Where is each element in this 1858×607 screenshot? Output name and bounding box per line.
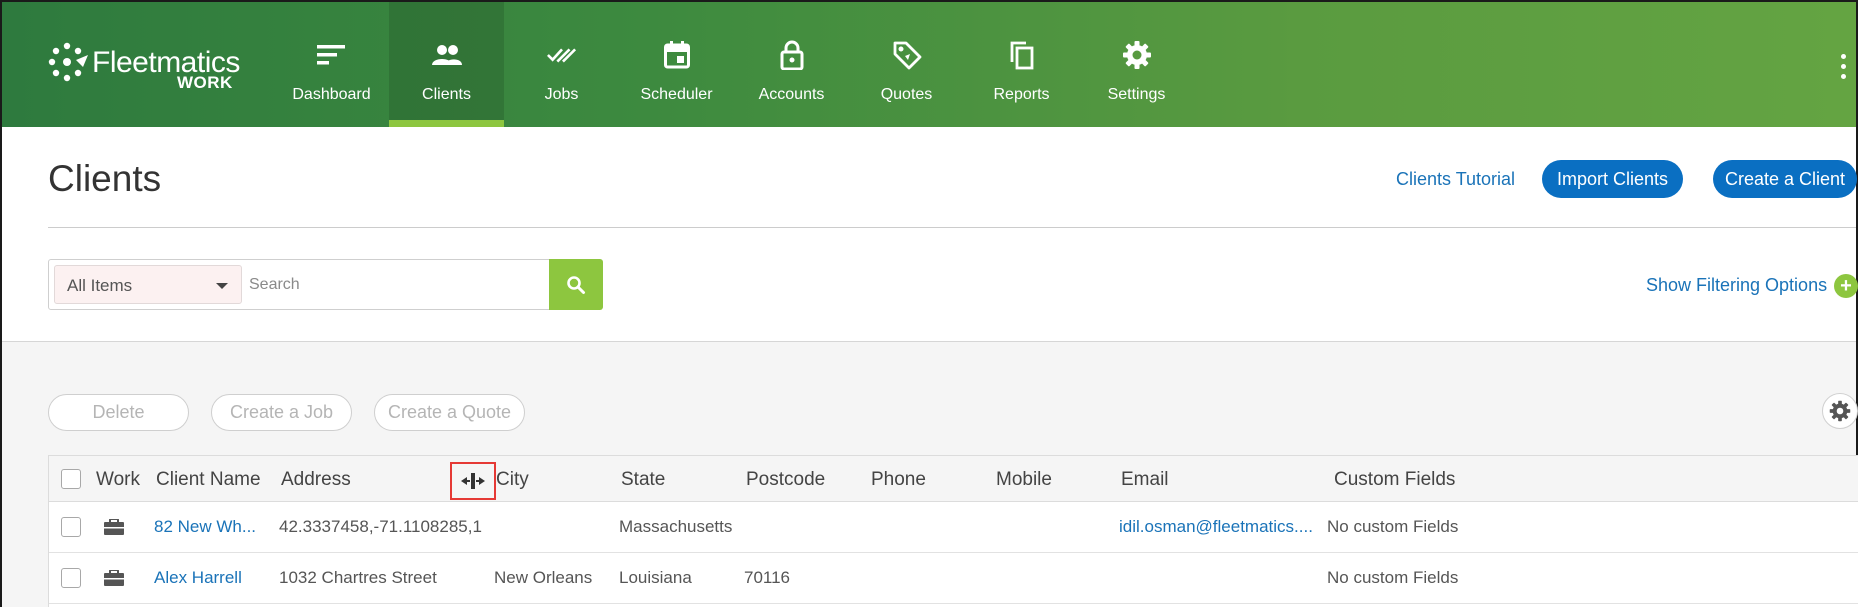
dashboard-icon	[316, 40, 347, 70]
nav-label: Scheduler	[640, 86, 713, 103]
clients-table: Work Client Name Address City State Post…	[48, 455, 1858, 607]
calendar-icon	[662, 40, 692, 70]
table-header: Work Client Name Address City State Post…	[49, 456, 1858, 502]
table-settings-button[interactable]	[1822, 393, 1858, 429]
import-clients-button[interactable]: Import Clients	[1542, 160, 1683, 198]
select-all-checkbox[interactable]	[61, 469, 81, 489]
gear-icon	[1829, 400, 1851, 422]
create-client-button[interactable]: Create a Client	[1713, 160, 1857, 198]
nav-item-scheduler[interactable]: Scheduler	[619, 2, 734, 127]
clients-icon	[431, 40, 462, 70]
state-cell: Massachusetts	[619, 517, 733, 536]
table-row[interactable]: Alex Harrell 1032 Chartres Street New Or…	[49, 553, 1858, 604]
gear-icon	[1122, 40, 1152, 70]
search-button[interactable]	[549, 259, 603, 310]
custom-fields-cell: No custom Fields	[1327, 568, 1459, 587]
main-nav: Dashboard Clients Jobs Scheduler Account…	[274, 2, 1194, 127]
address-cell: 1032 Chartres Street	[279, 568, 437, 587]
nav-item-quotes[interactable]: Quotes	[849, 2, 964, 127]
jobs-icon	[546, 40, 577, 70]
top-navigation-bar: Fleetmatics WORK Dashboard Clients Jobs	[2, 2, 1856, 127]
more-options-icon[interactable]	[1838, 54, 1848, 82]
create-quote-button[interactable]: Create a Quote	[374, 394, 525, 431]
fleetmatics-logo[interactable]: Fleetmatics WORK	[46, 42, 256, 102]
column-resize-handle[interactable]	[450, 462, 496, 500]
search-icon	[567, 275, 585, 294]
nav-label: Reports	[993, 86, 1050, 103]
filter-dropdown-value: All Items	[67, 276, 133, 295]
filter-dropdown[interactable]: All Items	[54, 265, 242, 304]
page-title: Clients	[48, 158, 162, 199]
email-link[interactable]: idil.osman@fleetmatics....	[1119, 517, 1313, 537]
copy-icon	[1007, 40, 1037, 70]
nav-item-jobs[interactable]: Jobs	[504, 2, 619, 127]
address-cell: 42.3337458,-71.1108285,1	[279, 517, 482, 536]
delete-button[interactable]: Delete	[48, 394, 189, 431]
resize-horizontal-icon	[461, 473, 485, 489]
lock-icon	[777, 40, 807, 70]
column-header-work[interactable]: Work	[96, 469, 140, 491]
briefcase-icon	[104, 519, 124, 535]
header-divider	[48, 227, 1856, 228]
client-name-link[interactable]: Alex Harrell	[154, 568, 242, 588]
row-checkbox[interactable]	[61, 517, 81, 537]
clients-tutorial-link[interactable]: Clients Tutorial	[1396, 169, 1515, 190]
plus-icon[interactable]: +	[1834, 274, 1858, 298]
nav-label: Accounts	[758, 86, 825, 103]
column-header-state[interactable]: State	[621, 469, 665, 491]
nav-item-reports[interactable]: Reports	[964, 2, 1079, 127]
tag-icon	[892, 40, 922, 70]
nav-item-settings[interactable]: Settings	[1079, 2, 1194, 127]
city-cell: New Orleans	[494, 568, 593, 587]
client-name-link[interactable]: 82 New Wh...	[154, 517, 256, 537]
nav-label: Dashboard	[292, 86, 371, 103]
show-filtering-options-link[interactable]: Show Filtering Options	[1646, 275, 1827, 296]
column-header-email[interactable]: Email	[1121, 469, 1169, 491]
nav-item-clients[interactable]: Clients	[389, 2, 504, 127]
column-header-postcode[interactable]: Postcode	[746, 469, 825, 491]
column-header-city[interactable]: City	[496, 469, 529, 491]
nav-label: Settings	[1107, 86, 1166, 103]
logo-subtitle: WORK	[177, 73, 233, 92]
row-checkbox[interactable]	[61, 568, 81, 588]
state-cell: Louisiana	[619, 568, 692, 587]
nav-label: Jobs	[544, 86, 579, 103]
nav-label: Quotes	[880, 86, 933, 103]
column-header-phone[interactable]: Phone	[871, 469, 926, 491]
column-header-custom-fields[interactable]: Custom Fields	[1334, 469, 1455, 491]
table-row[interactable]: 82 New Wh... 42.3337458,-71.1108285,1 Ma…	[49, 502, 1858, 553]
briefcase-icon	[104, 570, 124, 586]
nav-label: Clients	[422, 86, 471, 103]
caret-down-icon	[216, 283, 228, 289]
custom-fields-cell: No custom Fields	[1327, 517, 1459, 536]
nav-item-dashboard[interactable]: Dashboard	[274, 2, 389, 127]
logo-dots-icon	[48, 42, 88, 82]
search-input[interactable]	[249, 266, 589, 303]
nav-item-accounts[interactable]: Accounts	[734, 2, 849, 127]
search-bar: All Items	[48, 259, 602, 310]
column-header-address[interactable]: Address	[281, 469, 351, 491]
create-job-button[interactable]: Create a Job	[211, 394, 352, 431]
column-header-mobile[interactable]: Mobile	[996, 469, 1052, 491]
postcode-cell: 70116	[744, 568, 791, 587]
column-header-client-name[interactable]: Client Name	[156, 469, 261, 491]
